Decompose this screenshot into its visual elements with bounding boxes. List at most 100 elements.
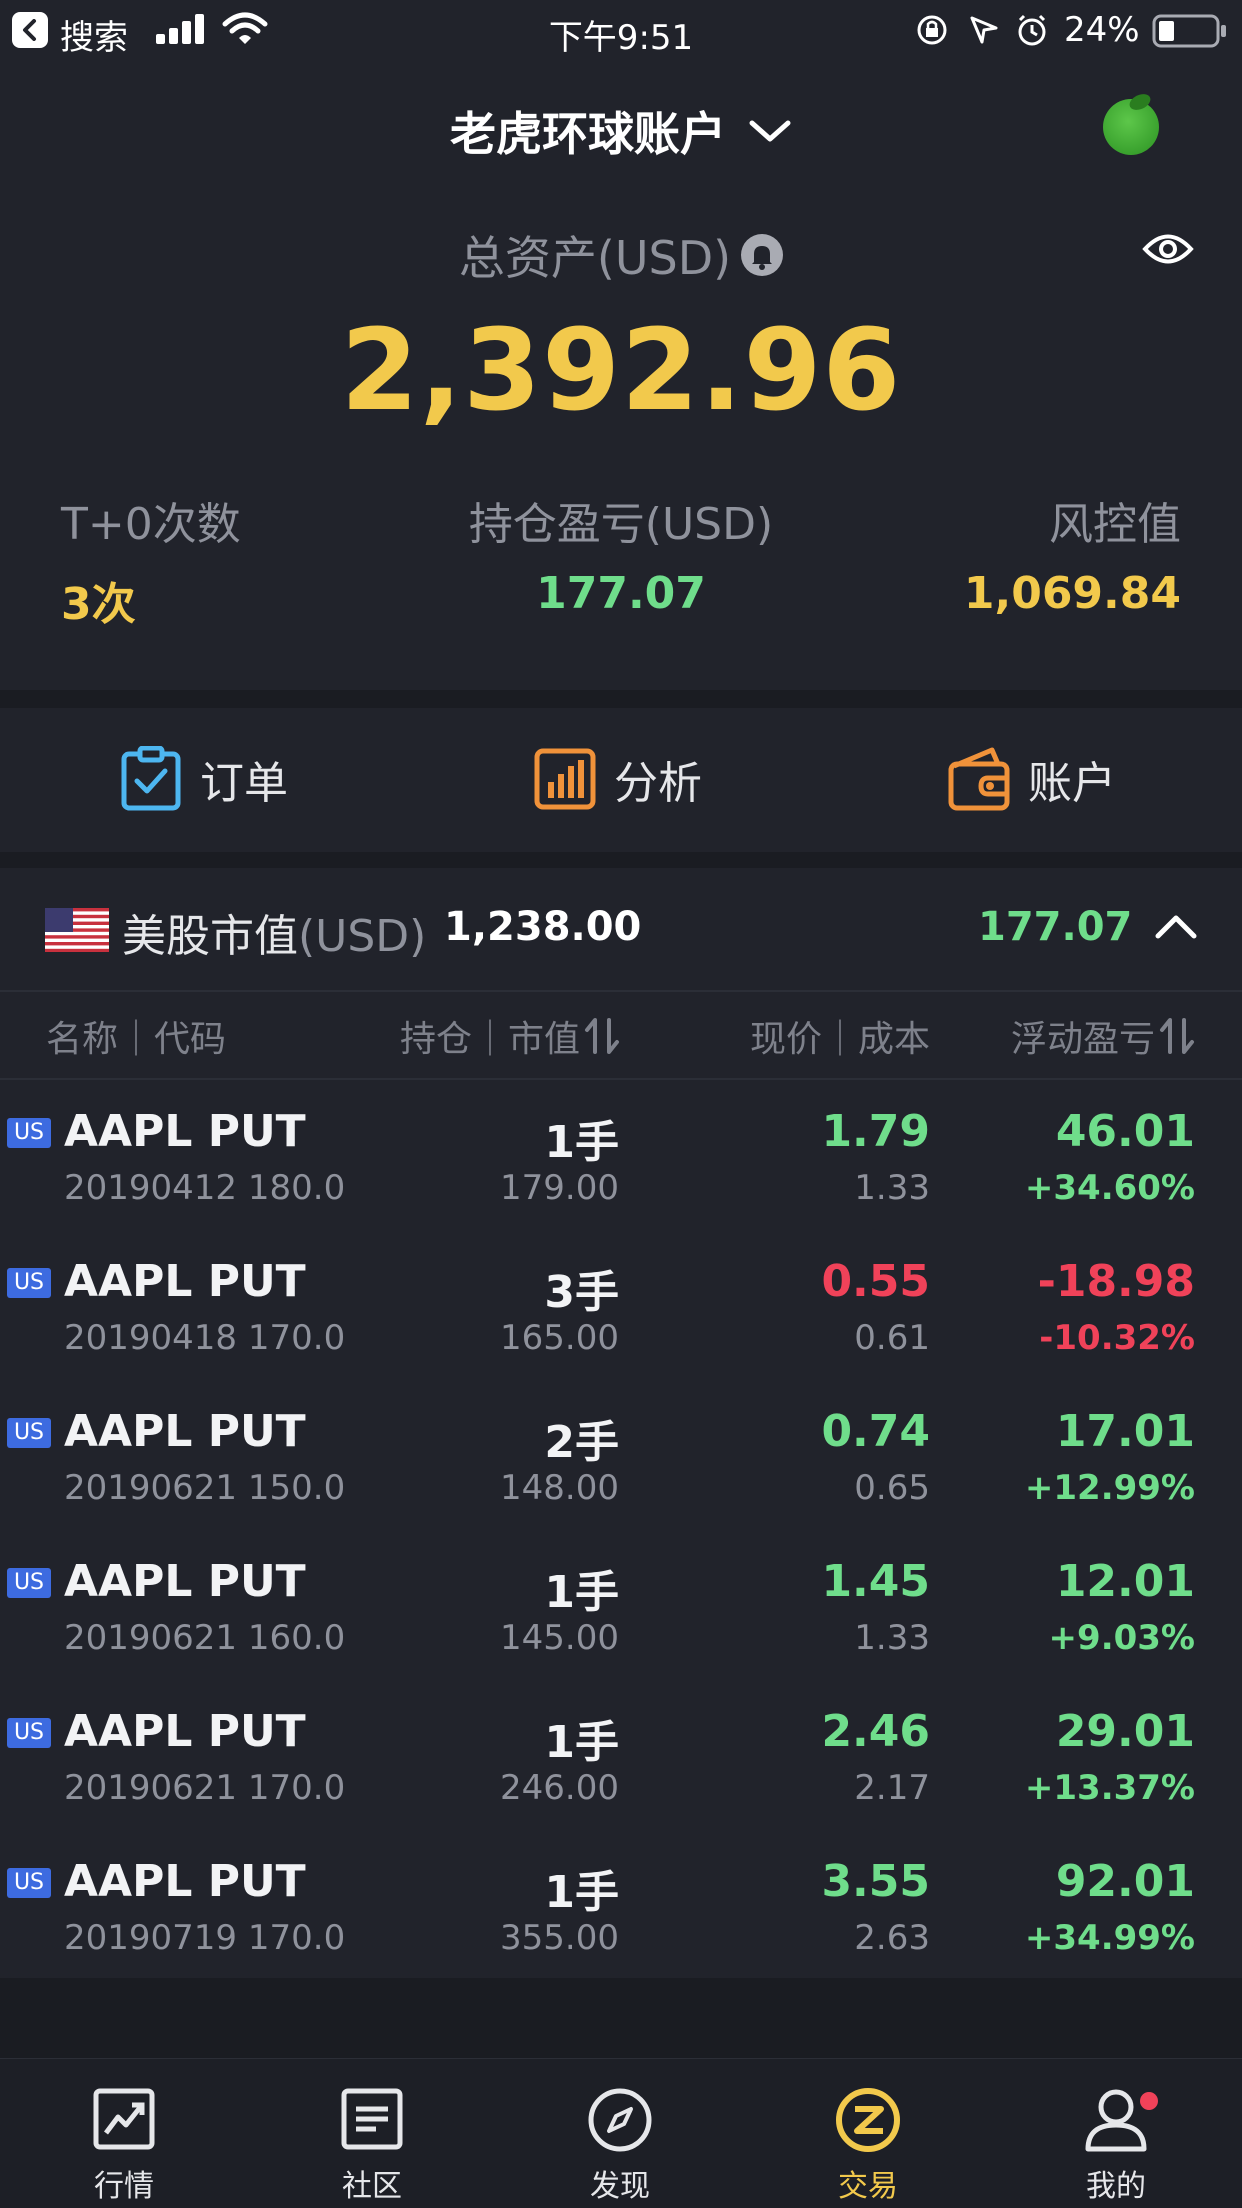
bell-icon[interactable]: [741, 234, 784, 276]
orders-button[interactable]: 订单: [120, 742, 288, 816]
us-holdings-header[interactable]: 美股市值(USD) 1,238.00 177.07: [0, 868, 1242, 990]
row-pnl: 92.01: [1055, 1856, 1195, 1907]
column-header-name: 名称｜代码: [46, 1019, 227, 1060]
row-pnl: 46.01: [1055, 1106, 1195, 1157]
us-market-badge: US: [7, 1118, 51, 1148]
row-pnl: 12.01: [1055, 1556, 1195, 1607]
row-name: AAPL PUT: [64, 1856, 306, 1907]
tab-label: 行情: [94, 2169, 154, 2204]
battery-percentage: 24%: [1064, 10, 1140, 50]
row-code: 20190621 160.0: [64, 1618, 346, 1658]
row-market-value: 246.00: [500, 1768, 619, 1808]
row-name: AAPL PUT: [64, 1106, 306, 1157]
table-row[interactable]: US AAPL PUT 20190418 170.0 3手 165.00 0.5…: [0, 1230, 1242, 1380]
tab-label: 发现: [590, 2169, 650, 2204]
table-row[interactable]: US AAPL PUT 20190412 180.0 1手 179.00 1.7…: [0, 1080, 1242, 1230]
us-market-badge: US: [7, 1868, 51, 1898]
community-list-icon: [341, 2088, 403, 2150]
row-cost: 1.33: [854, 1168, 930, 1208]
row-qty: 1手: [544, 1717, 619, 1768]
row-price: 1.45: [821, 1556, 930, 1607]
row-market-value: 179.00: [500, 1168, 619, 1208]
account-button[interactable]: 账户: [948, 742, 1116, 816]
row-pnl: 17.01: [1055, 1406, 1195, 1457]
holdings-title: 美股市值(USD): [122, 911, 427, 962]
row-qty: 2手: [544, 1417, 619, 1468]
column-header-pnl[interactable]: 浮动盈亏: [1011, 1010, 1195, 1062]
bottom-spacer: [0, 1978, 1242, 2058]
row-pnl-pct: +34.60%: [1024, 1168, 1195, 1208]
tab-label: 社区: [342, 2169, 402, 2204]
row-price: 0.55: [821, 1256, 930, 1307]
tab-community[interactable]: 社区: [248, 2059, 496, 2208]
row-cost: 2.17: [854, 1768, 930, 1808]
analysis-label: 分析: [614, 758, 702, 809]
wallet-icon: [948, 747, 1010, 811]
system-status-icons: [917, 14, 1046, 46]
sort-icon: [585, 1018, 620, 1054]
trade-z-icon: [836, 2088, 900, 2152]
total-assets-label: 总资产(USD): [458, 231, 732, 285]
analysis-button[interactable]: 分析: [534, 742, 702, 816]
row-qty: 3手: [544, 1267, 619, 1318]
table-row[interactable]: US AAPL PUT 20190621 170.0 1手 246.00 2.4…: [0, 1680, 1242, 1830]
battery-icon: [1152, 14, 1226, 48]
table-row[interactable]: US AAPL PUT 20190621 160.0 1手 145.00 1.4…: [0, 1530, 1242, 1680]
row-pnl: -18.98: [1037, 1256, 1195, 1307]
us-market-badge: US: [7, 1418, 51, 1448]
status-bar: 搜索 下午9:51 24%: [0, 0, 1242, 62]
notification-dot: [1140, 2092, 1158, 2110]
row-cost: 2.63: [854, 1918, 930, 1958]
tab-trade[interactable]: 交易: [744, 2059, 992, 2208]
row-cost: 1.33: [854, 1618, 930, 1658]
divider: [0, 990, 1242, 992]
holdings-pnl: 177.07: [978, 904, 1133, 950]
row-pnl-pct: -10.32%: [1039, 1318, 1195, 1358]
table-row[interactable]: US AAPL PUT 20190621 150.0 2手 148.00 0.7…: [0, 1380, 1242, 1530]
row-market-value: 165.00: [500, 1318, 619, 1358]
row-code: 20190412 180.0: [64, 1168, 346, 1208]
risk-value-label: 风控值: [1049, 499, 1181, 550]
market-chart-icon: [93, 2088, 155, 2150]
row-price: 3.55: [821, 1856, 930, 1907]
clock: 下午9:51: [548, 18, 694, 58]
chevron-down-icon: [749, 120, 791, 142]
risk-value-value: 1,069.84: [963, 568, 1181, 619]
row-name: AAPL PUT: [64, 1406, 306, 1457]
us-flag-icon: [45, 908, 109, 952]
row-price: 2.46: [821, 1706, 930, 1757]
row-pnl: 29.01: [1055, 1706, 1195, 1757]
account-switcher[interactable]: 老虎环球账户: [0, 98, 1242, 164]
orders-label: 订单: [200, 758, 288, 809]
account-label: 账户: [1028, 758, 1116, 809]
row-price: 0.74: [821, 1406, 930, 1457]
row-name: AAPL PUT: [64, 1706, 306, 1757]
row-name: AAPL PUT: [64, 1556, 306, 1607]
tab-market[interactable]: 行情: [0, 2059, 248, 2208]
row-market-value: 145.00: [500, 1618, 619, 1658]
tab-discover[interactable]: 发现: [496, 2059, 744, 2208]
row-code: 20190621 170.0: [64, 1768, 346, 1808]
row-qty: 1手: [544, 1867, 619, 1918]
row-code: 20190418 170.0: [64, 1318, 346, 1358]
bottom-tab-bar: 行情 社区 发现 交易 我的: [0, 2058, 1242, 2208]
order-checklist-icon: [121, 746, 181, 811]
holdings-market-value: 1,238.00: [444, 904, 642, 950]
eye-icon[interactable]: [1142, 232, 1194, 266]
row-cost: 0.65: [854, 1468, 930, 1508]
total-assets-value: 2,392.96: [340, 306, 902, 436]
tiger-logo-icon[interactable]: [1103, 99, 1159, 155]
row-market-value: 148.00: [500, 1468, 619, 1508]
row-code: 20190621 150.0: [64, 1468, 346, 1508]
us-market-badge: US: [7, 1718, 51, 1748]
tab-profile[interactable]: 我的: [992, 2059, 1240, 2208]
bar-chart-icon: [534, 748, 596, 810]
chevron-up-icon[interactable]: [1154, 912, 1198, 942]
total-assets-label-row: 总资产(USD): [0, 222, 1242, 288]
table-row[interactable]: US AAPL PUT 20190719 170.0 1手 355.00 3.5…: [0, 1830, 1242, 1980]
column-header-position[interactable]: 持仓｜市值: [400, 1010, 620, 1062]
row-pnl-pct: +9.03%: [1048, 1618, 1195, 1658]
row-qty: 1手: [544, 1567, 619, 1618]
row-price: 1.79: [821, 1106, 930, 1157]
row-name: AAPL PUT: [64, 1256, 306, 1307]
